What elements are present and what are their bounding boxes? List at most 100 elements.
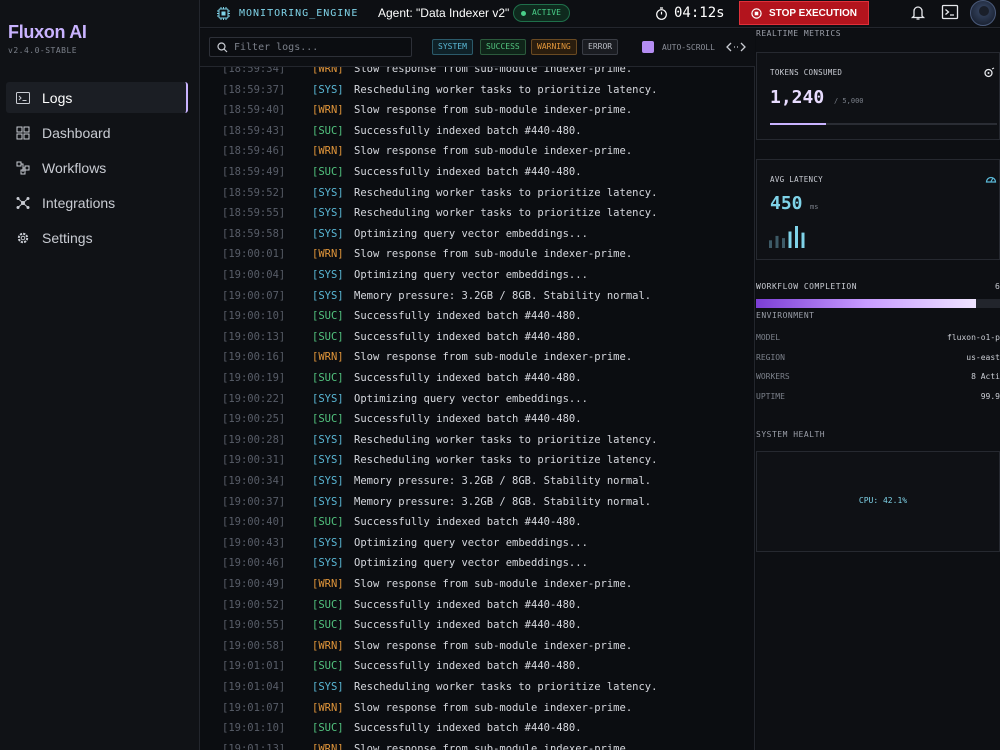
avatar[interactable]: [970, 0, 996, 26]
log-timestamp: [19:01:01]: [222, 660, 286, 673]
log-level-tag: [WRN]: [312, 701, 344, 714]
search-input[interactable]: [234, 40, 406, 55]
env-key: REGION: [756, 353, 785, 362]
sidebar-item-settings[interactable]: Settings: [6, 222, 188, 253]
log-timestamp: [19:00:37]: [222, 495, 286, 508]
log-level-tag: [SYS]: [312, 227, 344, 240]
log-level-tag: [WRN]: [312, 639, 344, 652]
sidebar: Fluxon AI v2.4.0-STABLE Logs Dashboard W…: [0, 0, 200, 750]
filter-chip-success[interactable]: SUCCESS: [480, 39, 526, 55]
sidebar-item-label: Logs: [42, 89, 73, 106]
elapsed-timer: 04:12s: [655, 5, 725, 21]
env-key: UPTIME: [756, 392, 785, 401]
log-timestamp: [19:00:55]: [222, 619, 286, 632]
log-message: Successfully indexed batch #440-480.: [354, 330, 582, 343]
log-level-tag: [SYS]: [312, 557, 344, 570]
log-level-tag: [SYS]: [312, 186, 344, 199]
sidebar-item-label: Workflows: [42, 159, 107, 176]
stop-execution-button[interactable]: STOP EXECUTION: [739, 1, 869, 25]
log-timestamp: [19:00:34]: [222, 475, 286, 487]
grid-icon: [16, 126, 30, 140]
latency-bar: [775, 235, 779, 248]
log-message: Slow response from sub-module indexer-pr…: [354, 351, 633, 364]
tokens-max: / 5,000: [834, 97, 864, 105]
log-message: Optimizing query vector embeddings...: [354, 392, 588, 405]
log-message: Optimizing query vector embeddings...: [354, 227, 588, 240]
log-timestamp: [19:00:31]: [222, 454, 286, 467]
stopwatch-icon: [656, 6, 667, 20]
log-level-tag: [SUC]: [312, 516, 344, 529]
expand-icon[interactable]: [726, 39, 746, 55]
sidebar-item-integrations[interactable]: Integrations: [6, 187, 188, 218]
log-timestamp: [18:59:49]: [222, 166, 286, 178]
cpu-readout: CPU: 42.1%: [858, 496, 908, 505]
log-timestamp: [19:00:49]: [222, 578, 286, 590]
env-row-uptime: UPTIME 99.9: [756, 392, 1000, 406]
log-level-tag: [SUC]: [312, 619, 344, 632]
log-level-tag: [SUC]: [312, 372, 344, 384]
tokens-label: TOKENS CONSUMED: [770, 68, 843, 77]
sidebar-item-dashboard[interactable]: Dashboard: [6, 117, 188, 148]
log-timestamp: [18:59:52]: [222, 186, 286, 199]
log-timestamp: [19:01:13]: [222, 742, 286, 750]
log-timestamp: [19:00:43]: [222, 536, 286, 549]
log-message: Successfully indexed batch #440-480.: [354, 516, 582, 529]
bell-icon[interactable]: [909, 3, 927, 21]
top-bar: MONITORING_ENGINE Agent: "Data Indexer v…: [200, 0, 1000, 28]
tokens-progress-fill: [770, 123, 827, 125]
hub-icon: [16, 196, 30, 210]
log-message: Rescheduling worker tasks to prioritize …: [354, 454, 658, 467]
log-level-tag: [SYS]: [312, 536, 344, 549]
log-message: Successfully indexed batch #440-480.: [354, 310, 582, 323]
log-timestamp: [18:59:43]: [222, 124, 286, 137]
engine-indicator: MONITORING_ENGINE: [216, 6, 358, 21]
console-icon[interactable]: [941, 3, 959, 21]
log-timestamp: [19:00:13]: [222, 330, 286, 343]
sidebar-item-label: Settings: [42, 229, 93, 246]
log-message: Rescheduling worker tasks to prioritize …: [354, 186, 658, 199]
log-message: Slow response from sub-module indexer-pr…: [354, 67, 633, 75]
latency-bar: [795, 226, 798, 248]
log-message: Rescheduling worker tasks to prioritize …: [354, 83, 658, 96]
log-timestamp: [18:59:58]: [222, 227, 286, 240]
log-message: Slow response from sub-module indexer-pr…: [354, 578, 633, 590]
log-timestamp: [19:00:46]: [222, 557, 286, 570]
filter-chip-system[interactable]: SYSTEM: [432, 39, 473, 55]
checkbox[interactable]: [642, 41, 654, 53]
log-level-tag: [SYS]: [312, 495, 344, 508]
terminal-icon: [16, 91, 30, 105]
log-level-tag: [SUC]: [312, 124, 344, 137]
log-message: Successfully indexed batch #440-480.: [354, 124, 582, 137]
log-level-tag: [SYS]: [312, 392, 344, 405]
sidebar-item-logs[interactable]: Logs: [6, 82, 188, 113]
tokens-value: 1,240: [770, 87, 825, 108]
app-version: v2.4.0-STABLE: [8, 46, 78, 55]
log-timestamp: [19:01:07]: [222, 701, 286, 714]
log-message: Successfully indexed batch #440-480.: [354, 166, 582, 178]
filter-chip-error[interactable]: ERROR: [582, 39, 619, 55]
log-message: Memory pressure: 3.2GB / 8GB. Stability …: [354, 495, 652, 508]
stop-label: STOP EXECUTION: [769, 7, 857, 19]
log-level-tag: [SUC]: [312, 660, 344, 673]
log-message: Memory pressure: 3.2GB / 8GB. Stability …: [354, 475, 652, 487]
chip-icon: [217, 7, 230, 20]
app-name: Fluxon AI: [8, 22, 87, 42]
latency-bar: [782, 238, 785, 248]
log-message: Optimizing query vector embeddings...: [354, 557, 588, 570]
filter-chip-warning[interactable]: WARNING: [531, 39, 577, 55]
log-level-tag: [SUC]: [312, 598, 344, 611]
log-timestamp: [19:01:04]: [222, 681, 286, 693]
auto-scroll-toggle[interactable]: AUTO-SCROLL: [642, 41, 715, 53]
env-value: 8 Acti: [971, 372, 1000, 381]
env-key: WORKERS: [756, 372, 790, 381]
env-row-model: MODEL fluxon-o1-p: [756, 333, 1000, 347]
log-timestamp: [19:00:01]: [222, 248, 286, 261]
environment-title: ENVIRONMENT: [756, 311, 815, 320]
log-level-tag: [SUC]: [312, 330, 344, 343]
log-level-tag: [SYS]: [312, 207, 344, 220]
log-stream[interactable]: [18:59:34] [WRN] Slow response from sub-mo…: [200, 67, 755, 750]
sidebar-item-label: Dashboard: [42, 124, 111, 141]
engine-label: MONITORING_ENGINE: [239, 8, 359, 19]
sidebar-item-workflows[interactable]: Workflows: [6, 152, 188, 183]
latency-value: 450: [770, 193, 803, 214]
